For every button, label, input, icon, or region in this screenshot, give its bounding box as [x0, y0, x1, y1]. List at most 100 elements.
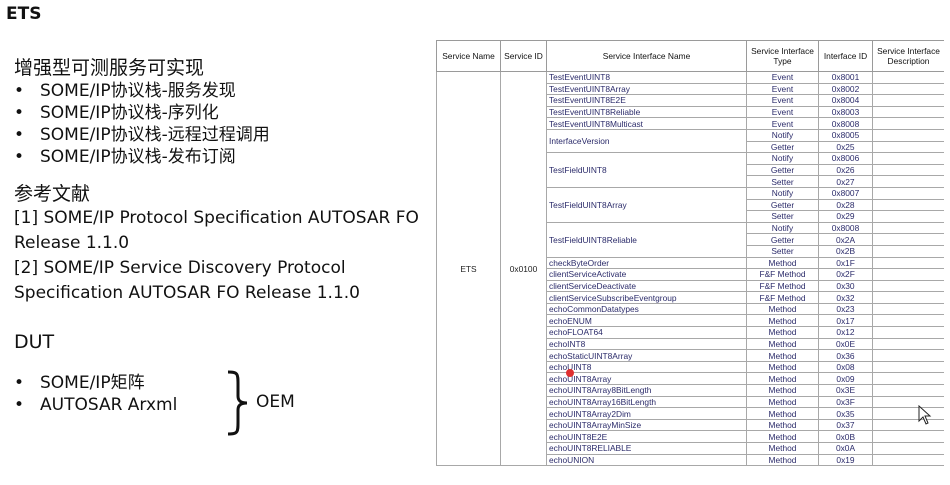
description-cell [872, 117, 944, 130]
service-table: Service Name Service ID Service Interfac… [436, 40, 944, 467]
interface-id-cell: 0x28 [818, 198, 873, 212]
interface-id-cell: 0x1F [818, 256, 873, 270]
description-cell [872, 291, 944, 304]
section-heading: 增强型可测服务可实现 [14, 57, 205, 79]
service-interface-table: Service Name Service ID Service Interfac… [436, 40, 944, 476]
interface-type-cell: Method [746, 395, 819, 409]
interface-id-cell: 0x29 [818, 210, 873, 223]
interface-type-cell: Event [746, 105, 819, 119]
reference-line: Release 1.1.0 [14, 233, 130, 253]
interface-name-cell: TestFieldUINT8 [546, 152, 747, 188]
interface-type-cell: Event [746, 117, 819, 130]
curly-brace-icon [227, 370, 248, 436]
description-cell [872, 175, 944, 188]
description-cell [872, 418, 944, 432]
interface-type-cell: Method [746, 349, 819, 362]
description-cell [872, 279, 944, 293]
interface-type-cell: Method [746, 360, 819, 374]
service-id-cell: 0x0100 [500, 70, 547, 467]
interface-id-cell: 0x8006 [818, 152, 873, 165]
interface-name-cell: TestEventUINT8E2E [546, 94, 747, 107]
description-cell [872, 302, 944, 316]
interface-type-cell: Setter [746, 244, 819, 258]
description-cell [872, 186, 944, 200]
interface-type-cell: Method [746, 430, 819, 443]
interface-id-cell: 0x8004 [818, 94, 873, 107]
description-cell [872, 349, 944, 362]
interface-name-cell: echoINT8 [546, 337, 747, 351]
interface-name-cell: echoUINT8Array16BitLength [546, 395, 747, 409]
interface-type-cell: Method [746, 407, 819, 420]
table-header-row: Service Name Service ID Service Interfac… [436, 40, 944, 72]
interface-type-cell: Getter [746, 140, 819, 154]
interface-type-cell: Notify [746, 128, 819, 142]
interface-name-cell: checkByteOrder [546, 256, 747, 270]
description-cell [872, 407, 944, 420]
description-cell [872, 210, 944, 223]
feature-item: SOME/IP协议栈-远程过程调用 [14, 124, 434, 146]
description-cell [872, 82, 944, 96]
description-cell [872, 244, 944, 258]
feature-item: SOME/IP协议栈-服务发现 [14, 80, 434, 102]
interface-id-cell: 0x35 [818, 407, 873, 420]
description-cell [872, 105, 944, 119]
interface-id-cell: 0x23 [818, 302, 873, 316]
interface-id-cell: 0x37 [818, 418, 873, 432]
interface-type-cell: F&F Method [746, 268, 819, 281]
header-service-id: Service ID [500, 40, 547, 72]
header-interface-name: Service Interface Name [546, 40, 747, 72]
interface-id-cell: 0x36 [818, 349, 873, 362]
interface-type-cell: Event [746, 94, 819, 107]
interface-id-cell: 0x8008 [818, 117, 873, 130]
description-cell [872, 384, 944, 397]
slide-title: ETS [6, 4, 42, 24]
left-column: 增强型可测服务可实现 SOME/IP协议栈-服务发现 SOME/IP协议栈-序列… [14, 56, 434, 436]
interface-type-cell: Getter [746, 163, 819, 177]
interface-type-cell: Method [746, 453, 819, 467]
description-cell [872, 128, 944, 142]
feature-item: SOME/IP协议栈-发布订阅 [14, 146, 434, 168]
interface-id-cell: 0x8005 [818, 128, 873, 142]
interface-name-cell: TestEventUINT8Array [546, 82, 747, 96]
interface-name-cell: echoStaticUINT8Array [546, 349, 747, 362]
service-name-cell: ETS [436, 70, 501, 467]
interface-id-cell: 0x30 [818, 279, 873, 293]
interface-name-cell: echoUNION [546, 453, 747, 467]
interface-id-cell: 0x19 [818, 453, 873, 467]
recording-indicator-icon [566, 369, 574, 377]
reference-line: Specification AUTOSAR FO Release 1.1.0 [14, 283, 360, 303]
interface-id-cell: 0x12 [818, 326, 873, 339]
interface-id-cell: 0x2F [818, 268, 873, 281]
header-interface-type: Service Interface Type [746, 40, 819, 72]
table-row: ETS 0x0100 TestEventUINT8 Event 0x8001 [436, 70, 944, 467]
interface-name-cell: echoUINT8Array [546, 372, 747, 386]
interface-name-cell: echoUINT8ArrayMinSize [546, 418, 747, 432]
interface-type-cell: Method [746, 418, 819, 432]
interface-id-cell: 0x0E [818, 337, 873, 351]
interface-id-cell: 0x2A [818, 233, 873, 246]
interface-type-cell: Method [746, 256, 819, 270]
interface-id-cell: 0x27 [818, 175, 873, 188]
description-cell [872, 268, 944, 281]
interface-name-cell: echoUINT8 [546, 360, 747, 374]
description-cell [872, 442, 944, 455]
description-cell [872, 94, 944, 107]
interface-type-cell: F&F Method [746, 279, 819, 293]
interface-name-cell: echoUINT8E2E [546, 430, 747, 443]
interface-type-cell: Method [746, 442, 819, 455]
interface-type-cell: Getter [746, 198, 819, 212]
interface-type-cell: Method [746, 337, 819, 351]
description-cell [872, 233, 944, 246]
description-cell [872, 71, 944, 84]
interface-type-cell: Setter [746, 210, 819, 223]
header-service-name: Service Name [436, 40, 501, 72]
interface-name-cell: echoUINT8Array2Dim [546, 407, 747, 420]
interface-id-cell: 0x0A [818, 442, 873, 455]
description-cell [872, 256, 944, 270]
description-cell [872, 314, 944, 328]
interface-type-cell: Getter [746, 233, 819, 246]
interface-type-cell: Method [746, 384, 819, 397]
description-cell [872, 430, 944, 443]
interface-name-cell: echoFLOAT64 [546, 326, 747, 339]
interface-id-cell: 0x2B [818, 244, 873, 258]
